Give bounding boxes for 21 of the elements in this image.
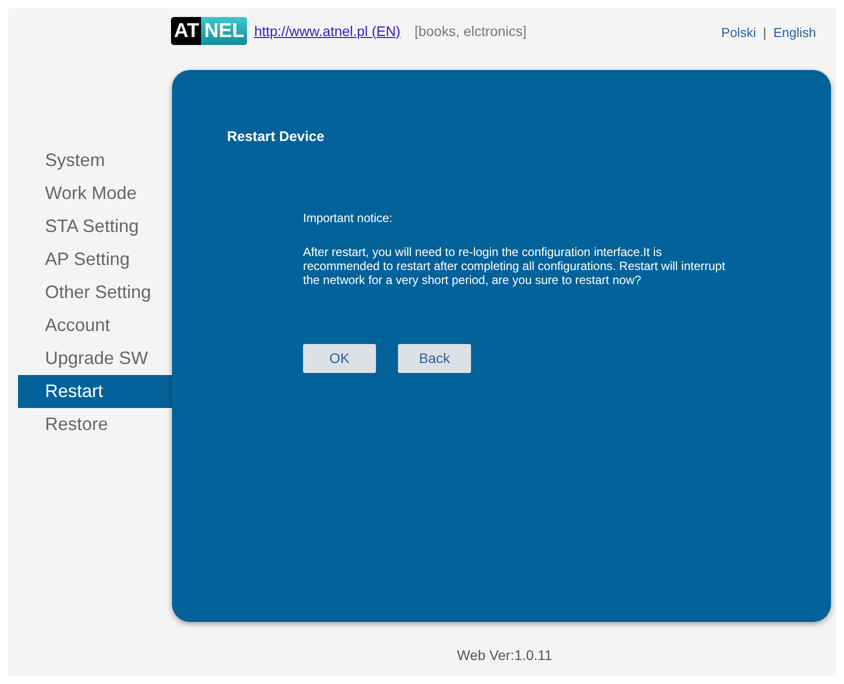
sidebar-item[interactable]: AP Setting (18, 243, 172, 276)
sidebar-item[interactable]: Work Mode (18, 177, 172, 210)
sidebar-item[interactable]: Upgrade SW (18, 342, 172, 375)
sidebar-item[interactable]: System (18, 144, 172, 177)
separator: | (762, 24, 766, 42)
language-link[interactable]: Polski (721, 23, 756, 43)
language-link[interactable]: English (773, 23, 816, 43)
dialog-button[interactable]: Back (398, 344, 471, 373)
sidebar-item[interactable]: Account (18, 309, 172, 342)
notice-text: After restart, you will need to re-login the configuration interface.It is recommended to restart after completing all configurations. Restart will interrupt the network for a very short period, are you sure to restart now? (303, 245, 726, 287)
logo: AT NEL (171, 17, 248, 45)
dialog-button[interactable]: OK (303, 344, 376, 373)
notice-heading: Important notice: (303, 210, 394, 227)
sidebar-item[interactable]: Restart (18, 375, 172, 408)
website-link[interactable]: http://www.atnel.pl (EN) (254, 20, 400, 42)
sidebar-item[interactable]: Restore (18, 408, 172, 441)
tagline: [books, elctronics] (414, 22, 527, 41)
sidebar-item[interactable]: STA Setting (18, 210, 172, 243)
version-label: Web Ver:1.0.11 (457, 646, 552, 665)
panel-title: Restart Device (227, 127, 326, 146)
sidebar-item[interactable]: Other Setting (18, 276, 172, 309)
